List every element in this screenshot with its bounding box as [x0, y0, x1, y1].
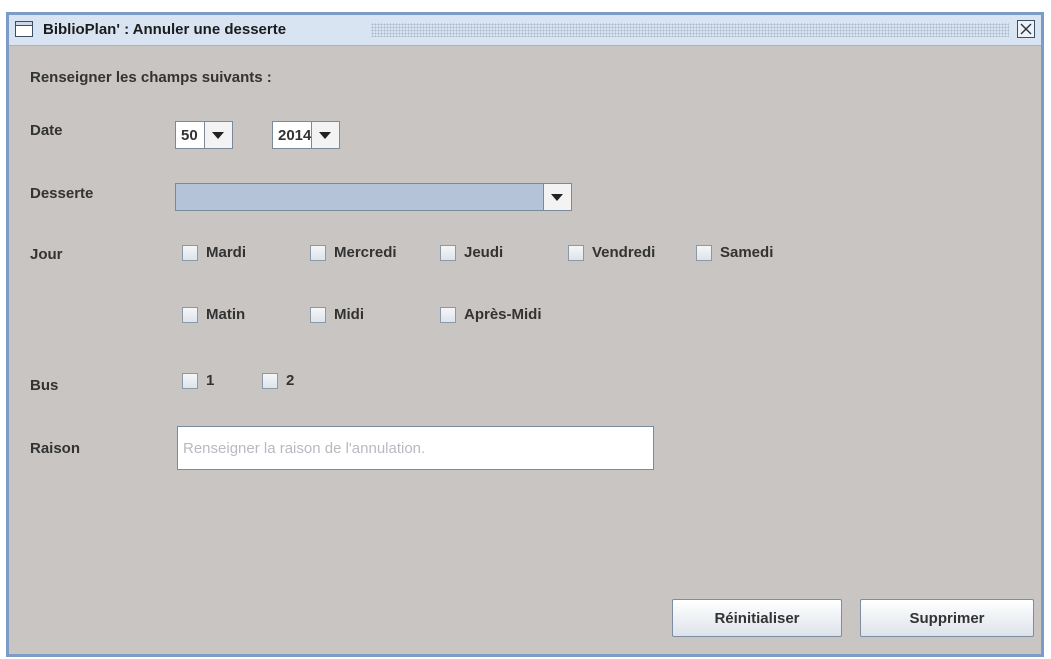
checkbox-label: Après-Midi — [464, 306, 542, 323]
raison-input[interactable] — [177, 426, 654, 470]
checkbox-box[interactable] — [440, 245, 456, 261]
checkbox-label: Jeudi — [464, 244, 504, 261]
checkbox-label: Midi — [334, 306, 364, 323]
window-title: BiblioPlan' : Annuler une desserte — [43, 21, 287, 38]
checkbox-label: Mardi — [206, 244, 247, 261]
checkbox-label: Samedi — [720, 244, 774, 261]
checkbox-box[interactable] — [310, 245, 326, 261]
close-icon[interactable] — [1017, 20, 1035, 38]
checkbox-box[interactable] — [182, 373, 198, 389]
week-value: 50 — [181, 127, 198, 144]
desserte-select[interactable] — [175, 183, 572, 211]
checkbox-box[interactable] — [696, 245, 712, 261]
checkbox-box[interactable] — [262, 373, 278, 389]
checkbox-label: 1 — [206, 372, 215, 389]
jour-label: Jour — [30, 246, 63, 263]
desserte-label: Desserte — [30, 185, 94, 202]
checkbox-box[interactable] — [182, 307, 198, 323]
checkbox-label: Mercredi — [334, 244, 397, 261]
dialog-window: BiblioPlan' : Annuler une desserte Rense… — [6, 12, 1044, 657]
checkbox-box[interactable] — [440, 307, 456, 323]
form-intro: Renseigner les champs suivants : — [30, 69, 272, 86]
year-value: 2014 — [278, 127, 312, 144]
week-select[interactable]: 50 — [175, 121, 233, 149]
reset-button[interactable]: Réinitialiser — [672, 599, 842, 637]
bus-label: Bus — [30, 377, 59, 394]
year-select[interactable]: 2014 — [272, 121, 340, 149]
chevron-down-icon[interactable] — [543, 184, 571, 210]
window-icon — [15, 21, 33, 37]
chevron-down-icon[interactable] — [204, 122, 232, 148]
checkbox-box[interactable] — [182, 245, 198, 261]
title-bar[interactable]: BiblioPlan' : Annuler une desserte — [9, 15, 1041, 46]
checkbox-label: Vendredi — [592, 244, 656, 261]
checkbox-label: Matin — [206, 306, 246, 323]
date-label: Date — [30, 122, 63, 139]
checkbox-box[interactable] — [310, 307, 326, 323]
chevron-down-icon[interactable] — [311, 122, 339, 148]
delete-button[interactable]: Supprimer — [860, 599, 1034, 637]
checkbox-label: 2 — [286, 372, 295, 389]
title-bar-pattern — [371, 23, 1009, 37]
checkbox-box[interactable] — [568, 245, 584, 261]
raison-label: Raison — [30, 440, 81, 457]
